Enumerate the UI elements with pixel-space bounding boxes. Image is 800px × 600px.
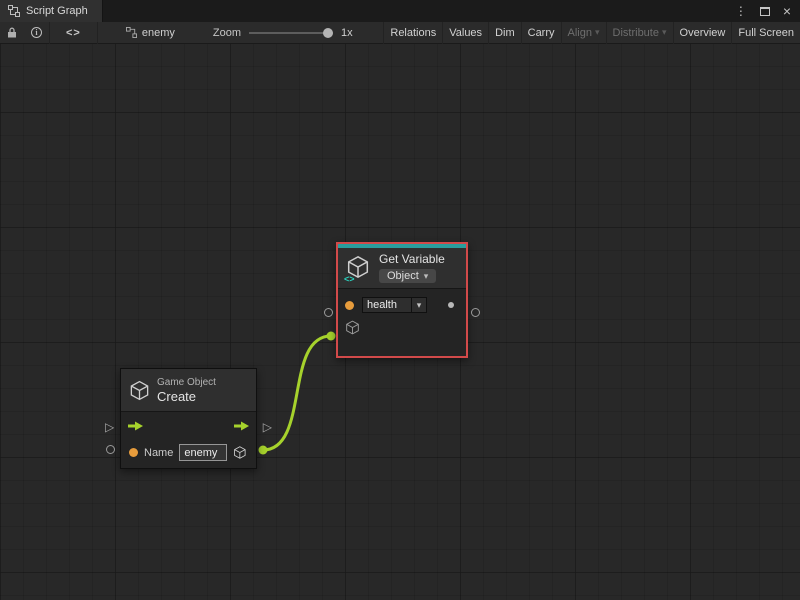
node-title: Get Variable	[379, 252, 445, 266]
code-icon: <>	[66, 27, 81, 39]
variable-name-combo[interactable]: ▾	[362, 297, 427, 313]
zoom-slider[interactable]	[249, 22, 333, 44]
variable-name-input[interactable]	[363, 298, 411, 312]
edge-source-dot	[259, 446, 268, 455]
distribute-label: Distribute	[613, 27, 659, 39]
lock-button[interactable]	[0, 22, 24, 44]
name-port-circle[interactable]	[106, 445, 115, 454]
title-bar: Script Graph ⋮ ×	[0, 0, 800, 22]
values-button[interactable]: Values	[442, 22, 488, 44]
graph-canvas[interactable]: <> Get Variable Object ▾ ▾	[0, 44, 800, 600]
edge-target-dot	[327, 332, 336, 341]
window-controls: ⋮ ×	[735, 0, 800, 22]
zoom-slider-track	[249, 32, 333, 34]
gameobject-output-icon[interactable]	[233, 445, 247, 460]
toolbar-buttons: Relations Values Dim Carry Align ▾ Distr…	[383, 22, 800, 44]
script-graph-icon	[8, 5, 20, 17]
get-variable-node[interactable]: <> Get Variable Object ▾ ▾	[336, 242, 468, 358]
menu-icon[interactable]: ⋮	[735, 5, 747, 17]
variable-cube-icon: <>	[346, 255, 372, 281]
name-input-port[interactable]	[129, 448, 138, 457]
flow-input-port[interactable]: ▷	[105, 421, 114, 433]
full-screen-button[interactable]: Full Screen	[731, 22, 800, 44]
maximize-icon[interactable]	[760, 7, 770, 16]
input-port-circle[interactable]	[324, 308, 333, 317]
get-variable-body: ▾	[338, 289, 466, 339]
zoom-value: 1x	[341, 27, 353, 39]
flow-output-port[interactable]: ▷	[263, 421, 272, 433]
code-badge-icon: <>	[344, 274, 355, 284]
variable-scope-dropdown[interactable]: Object ▾	[379, 269, 436, 283]
output-port-circle[interactable]	[471, 308, 480, 317]
zoom-slider-knob[interactable]	[323, 28, 333, 38]
flow-output-arrow-icon[interactable]	[233, 421, 250, 431]
node-title: Create	[157, 389, 216, 404]
param-label: Name	[144, 447, 173, 459]
variable-scope-value: Object	[387, 270, 419, 282]
align-label: Align	[568, 27, 592, 39]
toolbar-separator	[97, 22, 98, 44]
create-node[interactable]: Game Object Create Name	[120, 368, 257, 469]
toolbar: i <> enemy Zoom 1x Relations Values Dim …	[0, 22, 800, 44]
graph-name-segment[interactable]: enemy	[116, 22, 185, 44]
node-category: Game Object	[157, 377, 216, 388]
overview-button[interactable]: Overview	[673, 22, 732, 44]
gameobject-cube-icon	[129, 380, 150, 401]
graph-name: enemy	[142, 27, 175, 39]
flow-port-row	[121, 412, 256, 439]
edit-code-button[interactable]: <>	[50, 22, 97, 44]
tab-script-graph[interactable]: Script Graph	[0, 0, 103, 22]
distribute-button[interactable]: Distribute ▾	[606, 22, 673, 44]
graph-asset-icon	[126, 27, 137, 38]
gameobject-port-icon[interactable]	[345, 320, 360, 335]
script-graph-window: Script Graph ⋮ × i <>	[0, 0, 800, 600]
chevron-down-icon[interactable]: ▾	[411, 298, 426, 312]
name-param-row: Name	[121, 439, 256, 466]
caret-down-icon: ▾	[595, 27, 600, 38]
relations-button[interactable]: Relations	[383, 22, 442, 44]
carry-button[interactable]: Carry	[521, 22, 561, 44]
value-input-port[interactable]	[345, 301, 354, 310]
value-output-dot[interactable]	[448, 302, 454, 308]
zoom-label: Zoom	[213, 27, 241, 39]
flow-input-arrow-icon[interactable]	[127, 421, 144, 431]
info-button[interactable]: i	[24, 22, 49, 44]
align-button[interactable]: Align ▾	[561, 22, 606, 44]
caret-down-icon: ▾	[662, 27, 667, 38]
dim-button[interactable]: Dim	[488, 22, 521, 44]
get-variable-header[interactable]: <> Get Variable Object ▾	[338, 248, 466, 289]
lock-icon	[7, 27, 17, 38]
chevron-down-icon: ▾	[424, 271, 429, 282]
tab-title: Script Graph	[26, 5, 88, 17]
name-input[interactable]	[179, 444, 227, 461]
info-icon: i	[31, 27, 42, 38]
create-node-header[interactable]: Game Object Create	[121, 369, 256, 412]
close-icon[interactable]: ×	[783, 4, 791, 18]
